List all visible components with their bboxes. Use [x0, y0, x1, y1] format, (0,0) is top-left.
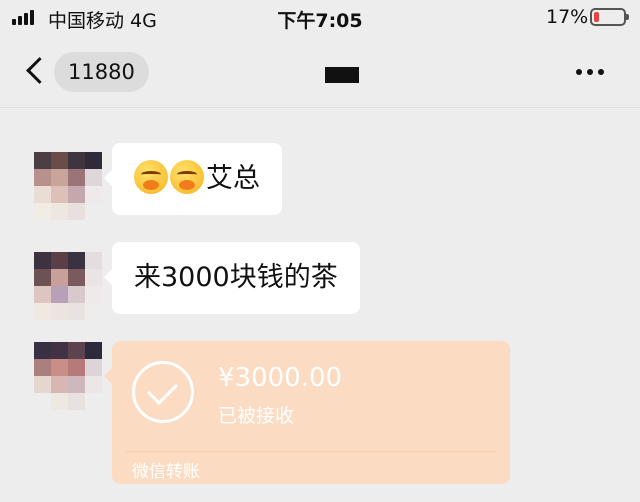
transfer-status: 已被接收 — [218, 405, 295, 427]
transfer-divider — [126, 451, 496, 452]
transfer-label: 微信转账 — [132, 462, 200, 482]
status-time: 下午7:05 — [277, 10, 363, 32]
nav-divider — [0, 107, 640, 108]
status-bar: 中国移动 4G 下午7:05 17% — [0, 0, 640, 36]
transfer-amount: ¥3000.00 — [218, 363, 343, 393]
face-emoji-icon — [134, 159, 168, 194]
avatar[interactable] — [34, 252, 102, 320]
message-bubble[interactable]: 艾总 — [104, 143, 282, 215]
avatar[interactable] — [34, 342, 102, 410]
avatar[interactable] — [34, 152, 102, 220]
message-text: 来3000块钱的茶 — [134, 262, 338, 293]
back-unread-count[interactable]: 11880 — [54, 52, 149, 92]
message-text: 艾总 — [206, 163, 260, 194]
transfer-card[interactable]: ¥3000.00 已被接收 微信转账 — [104, 341, 510, 484]
chevron-left-icon[interactable] — [26, 57, 53, 84]
message-bubble[interactable]: 来3000块钱的茶 — [104, 242, 360, 314]
face-emoji-icon — [170, 159, 204, 194]
battery-icon — [590, 8, 629, 26]
battery-percent: 17% — [546, 6, 589, 28]
more-dots-icon[interactable] — [576, 69, 604, 75]
chat-nav-bar: 11880 — [0, 36, 640, 108]
chat-title-redacted — [325, 67, 359, 83]
check-circle-icon — [132, 361, 194, 423]
